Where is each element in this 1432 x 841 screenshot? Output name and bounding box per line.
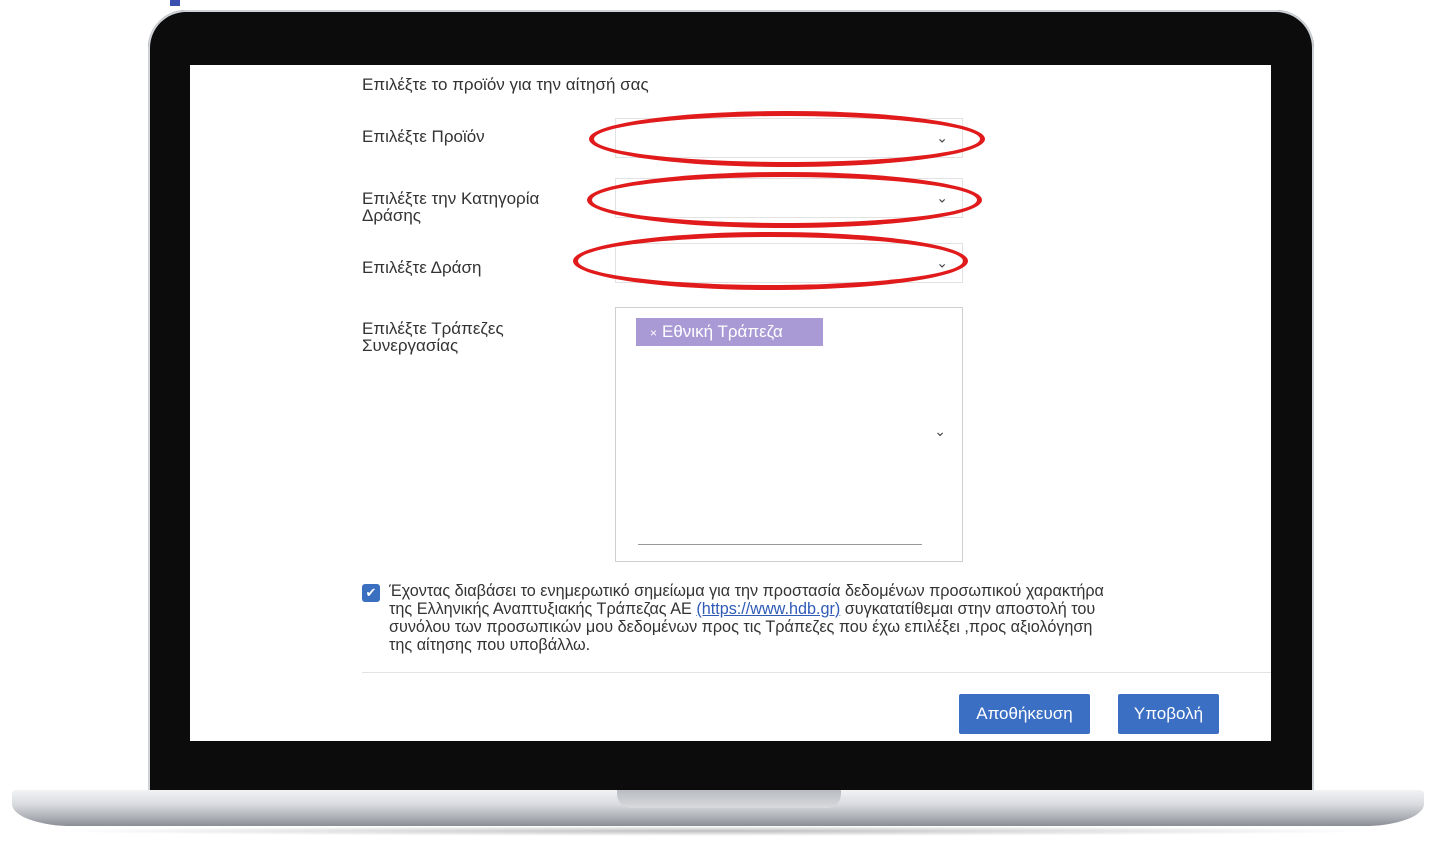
footer-divider [362, 672, 1271, 673]
multiselect-underline [638, 544, 922, 545]
consent-checkbox[interactable]: ✔ [362, 584, 380, 602]
action-select[interactable]: ⌄ [615, 243, 963, 283]
category-select[interactable]: ⌄ [615, 178, 963, 218]
laptop-shadow [40, 826, 1392, 836]
chevron-down-icon: ⌄ [936, 254, 948, 271]
product-select[interactable]: ⌄ [615, 118, 963, 158]
banks-multiselect[interactable]: × Εθνική Τράπεζα ⌄ [615, 307, 963, 562]
chevron-down-icon[interactable]: ⌄ [934, 423, 946, 440]
action-label: Επιλέξτε Δράση [362, 258, 482, 277]
consent-text: Έχοντας διαβάσει το ενημερωτικό σημείωμα… [389, 582, 1114, 654]
selected-bank-tag[interactable]: × Εθνική Τράπεζα [636, 318, 823, 346]
laptop-hinge-notch [617, 790, 841, 808]
category-label: Επιλέξτε την Κατηγορία Δράσης [362, 189, 540, 225]
form-heading: Επιλέξτε το προϊόν για την αίτησή σας [362, 75, 649, 94]
laptop-screen: Επιλέξτε το προϊόν για την αίτησή σας Επ… [190, 65, 1271, 741]
product-label: Επιλέξτε Προϊόν [362, 127, 485, 146]
chevron-down-icon: ⌄ [936, 129, 948, 146]
selected-bank-label: Εθνική Τράπεζα [662, 322, 783, 341]
save-button[interactable]: Αποθήκευση [959, 694, 1090, 734]
chevron-down-icon: ⌄ [936, 189, 948, 206]
hdb-link[interactable]: (https://www.hdb.gr) [696, 600, 840, 618]
submit-button[interactable]: Υποβολή [1118, 694, 1219, 734]
banks-label: Επιλέξτε Τράπεζες Συνεργασίας [362, 319, 504, 355]
corner-decoration [170, 0, 180, 6]
remove-tag-icon[interactable]: × [650, 326, 657, 340]
